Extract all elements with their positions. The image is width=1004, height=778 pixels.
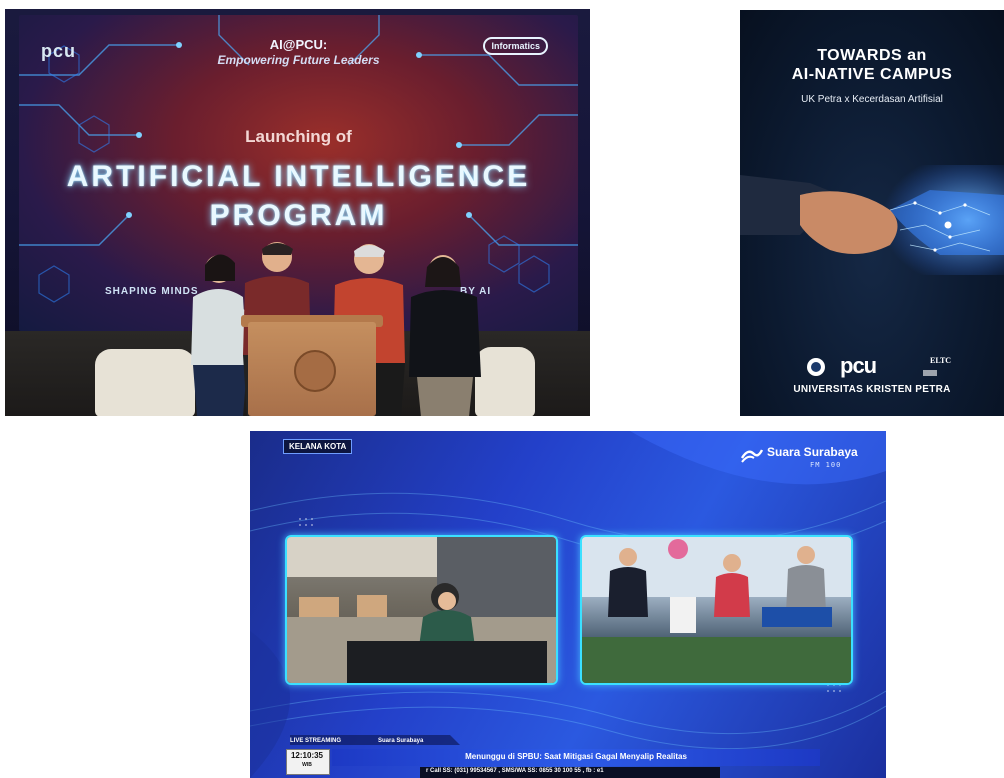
poster-title-line2: AI-NATIVE CAMPUS [791, 66, 953, 83]
mini-brand: Suara Surabaya [378, 738, 424, 744]
broadcast-timezone: WIB [302, 762, 312, 768]
video-frame-event [580, 535, 853, 685]
broadcast-frequency: FM 100 [810, 461, 842, 469]
program-tag: KELANA KOTA [283, 439, 353, 454]
broadcast-headline: Menunggu di SPBU: Saat Mitigasi Gagal Me… [465, 752, 687, 761]
poster-title-line1: TOWARDS an [817, 47, 927, 64]
event-scene [582, 537, 851, 683]
armchair-left [95, 349, 195, 416]
suara-surabaya-broadcast: KELANA KOTA Suara Surabaya FM 100 LIVE S… [250, 431, 886, 778]
poster-eltc-logo: ELTC [930, 356, 952, 365]
poster-footer: UNIVERSITAS KRISTEN PETRA [793, 384, 951, 395]
person-4 [409, 255, 481, 416]
studio-scene [287, 537, 556, 683]
screen-subtitle: Launching of [245, 127, 352, 146]
screen-title: AI@PCU: [269, 37, 328, 52]
broadcast-clock: 12:10:35 [290, 751, 324, 760]
screen-title-sub: Empowering Future Leaders [217, 53, 380, 67]
poster-subtitle: UK Petra x Kecerdasan Artifisial [801, 94, 943, 105]
poster-pcu-logo: pcu [840, 353, 877, 378]
live-streaming-label: LIVE STREAMING [290, 738, 342, 744]
university-seal-icon [294, 350, 336, 392]
broadcast-brand: Suara Surabaya [767, 445, 858, 459]
ai-native-campus-poster: TOWARDS an AI-NATIVE CAMPUS UK Petra x K… [740, 10, 1004, 416]
launch-event-photo: pcu Informatics AI@PCU: Empowering Futur… [5, 9, 590, 416]
video-frame-studio [285, 535, 558, 685]
screen-headline-line2: PROGRAM [209, 199, 388, 232]
handshake-illustration [740, 165, 1004, 275]
broadcast-ticker: r Call SS: (031) 99534567 , SMS/WA SS: 0… [426, 768, 604, 774]
screen-headline-line1: ARTIFICIAL INTELLIGENCE [66, 160, 531, 193]
suara-surabaya-logo-icon [740, 449, 764, 463]
